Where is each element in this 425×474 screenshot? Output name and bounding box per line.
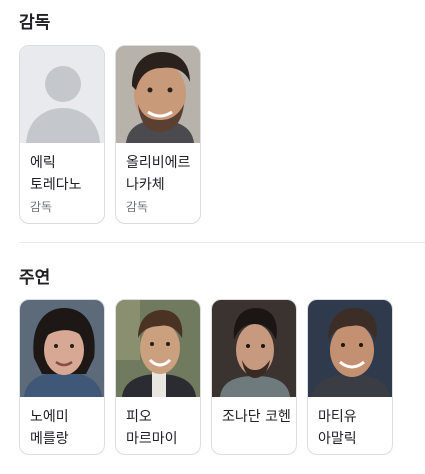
cast-card[interactable]: 노에미 메를랑 [19, 299, 105, 455]
person-name: 에릭 토레다노 [30, 155, 82, 193]
person-photo [308, 300, 392, 397]
placeholder-person-icon [20, 46, 104, 143]
cast-card[interactable]: 마티유 아말릭 [307, 299, 393, 455]
person-name: 피오 마르마이 [126, 409, 178, 447]
person-photo [116, 46, 200, 143]
person-name: 노에미 메를랑 [30, 409, 69, 447]
director-card[interactable]: 에릭 토레다노 감독 [19, 45, 105, 224]
person-name: 조나단 코헨 [222, 409, 291, 425]
directors-heading: 감독 [19, 13, 51, 33]
person-role: 감독 [126, 200, 149, 214]
person-photo [116, 300, 200, 397]
person-name: 올리비에르 나카체 [126, 155, 191, 193]
person-role: 감독 [30, 200, 53, 214]
person-name: 마티유 아말릭 [318, 409, 357, 447]
person-photo [20, 300, 104, 397]
cast-card[interactable]: 피오 마르마이 [115, 299, 201, 455]
section-divider [19, 242, 425, 243]
person-photo [212, 300, 296, 397]
cast-card[interactable]: 조나단 코헨 [211, 299, 297, 455]
director-card[interactable]: 올리비에르 나카체 감독 [115, 45, 201, 224]
cast-heading: 주연 [19, 268, 51, 288]
